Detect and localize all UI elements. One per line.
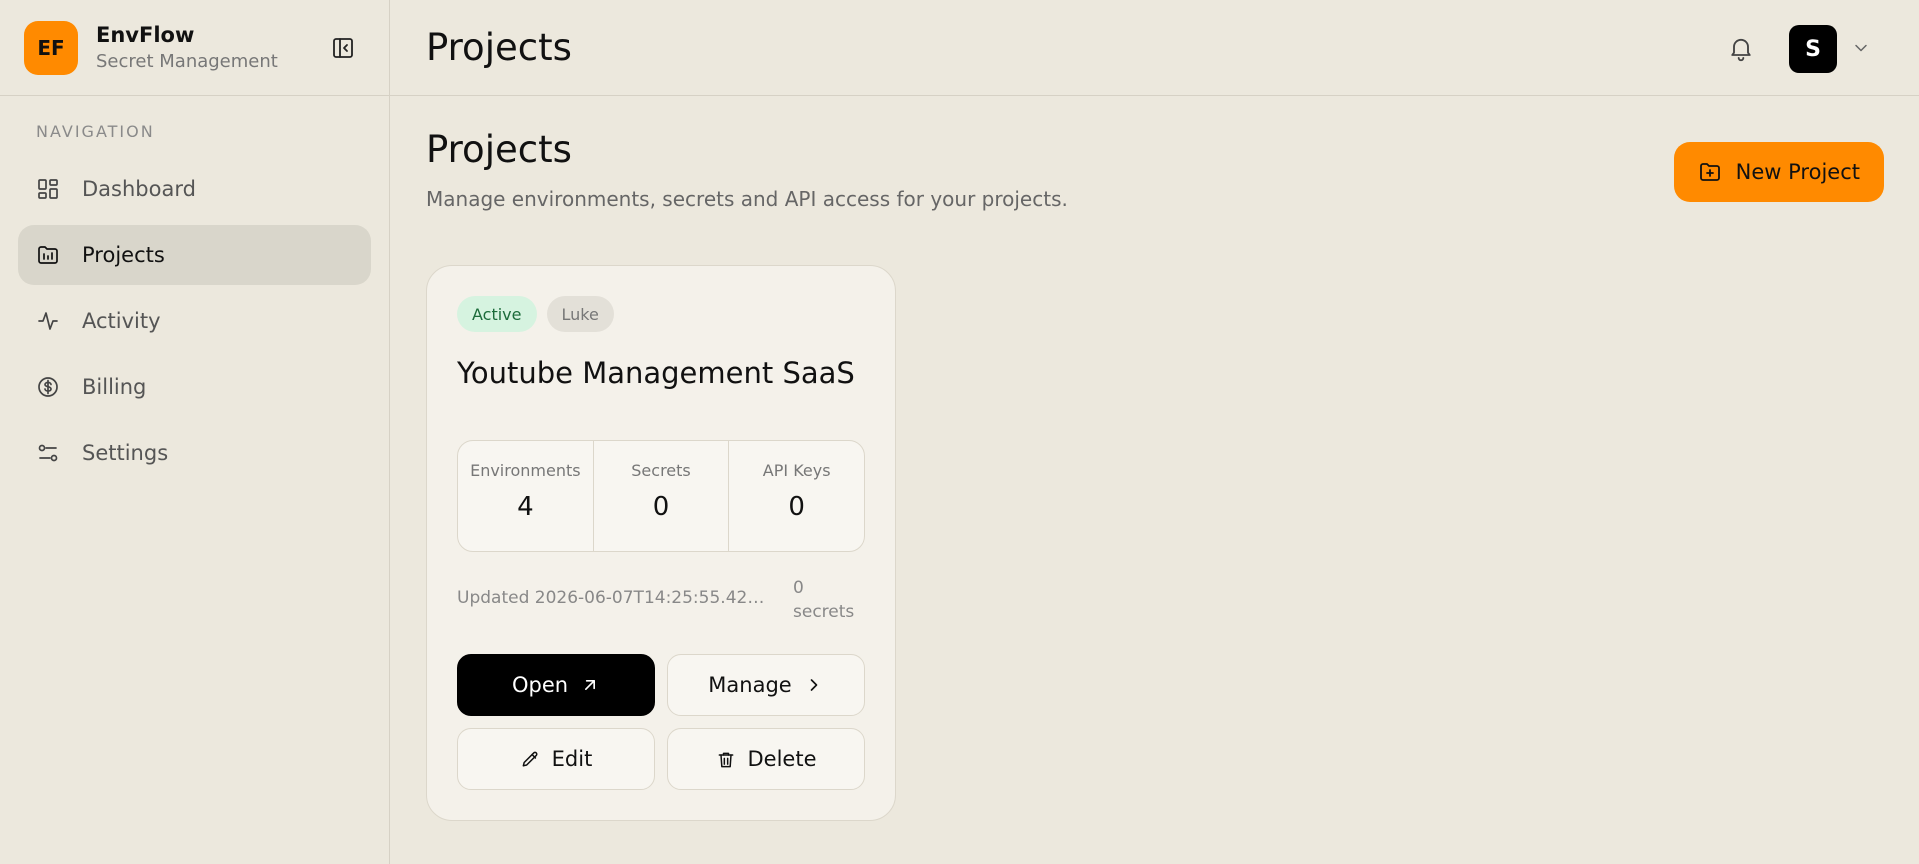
status-badge: Active — [457, 296, 537, 332]
page-header: Projects Manage environments, secrets an… — [426, 128, 1068, 211]
sidebar-collapse-icon[interactable] — [331, 36, 355, 60]
sidebar-item-label: Settings — [82, 441, 169, 465]
folder-plus-icon — [1698, 160, 1722, 184]
sidebar-item-label: Dashboard — [82, 177, 196, 201]
main-content: Projects S Projects Manage environments,… — [390, 0, 1919, 864]
billing-dollar-icon — [36, 375, 60, 399]
secrets-count: 0 secrets — [793, 578, 855, 622]
sidebar-item-activity[interactable]: Activity — [18, 291, 371, 351]
open-label: Open — [511, 673, 569, 697]
project-meta: Updated 2026-06-07T14:25:55.426+00:00 0 … — [457, 576, 865, 624]
stat-value: 0 — [652, 492, 670, 522]
dashboard-icon — [36, 177, 60, 201]
settings-sliders-icon — [36, 441, 60, 465]
new-project-label: New Project — [1735, 160, 1860, 184]
stat-secrets: Secrets 0 — [594, 441, 730, 551]
sidebar-item-label: Projects — [82, 243, 165, 267]
sidebar: EF EnvFlow Secret Management NAVIGATION — [0, 0, 390, 864]
brand-header: EF EnvFlow Secret Management — [0, 0, 389, 96]
open-button[interactable]: Open — [457, 654, 655, 716]
topbar: Projects S — [390, 0, 1919, 96]
edit-button[interactable]: Edit — [457, 728, 655, 790]
topbar-title: Projects — [426, 26, 572, 69]
project-badges: Active Luke — [457, 296, 865, 332]
notifications-bell-icon[interactable] — [1727, 34, 1755, 62]
sidebar-item-settings[interactable]: Settings — [18, 423, 371, 483]
page-title: Projects — [426, 128, 572, 171]
projects-folder-icon — [36, 243, 60, 267]
pencil-icon — [520, 749, 540, 769]
stat-environments: Environments 4 — [458, 441, 594, 551]
project-name: Youtube Management SaaS — [457, 356, 855, 390]
chevron-down-icon[interactable] — [1851, 38, 1871, 58]
delete-label: Delete — [747, 747, 817, 771]
stat-value: 4 — [517, 492, 534, 522]
stat-value: 0 — [788, 492, 805, 522]
nav-heading: NAVIGATION — [36, 122, 155, 141]
stat-label: Environments — [470, 461, 581, 480]
brand-name: EnvFlow — [96, 23, 195, 47]
delete-button[interactable]: Delete — [667, 728, 865, 790]
page-subtitle: Manage environments, secrets and API acc… — [426, 187, 1068, 211]
trash-icon — [716, 749, 736, 769]
owner-badge: Luke — [546, 296, 614, 332]
sidebar-item-label: Billing — [82, 375, 147, 399]
app-root: EF EnvFlow Secret Management NAVIGATION — [0, 0, 1919, 864]
manage-label: Manage — [708, 673, 792, 697]
brand-logo: EF — [24, 20, 78, 75]
manage-button[interactable]: Manage — [667, 654, 865, 716]
user-avatar[interactable]: S — [1789, 25, 1837, 73]
stat-label: API Keys — [762, 461, 831, 480]
stat-label: Secrets — [631, 461, 691, 480]
activity-icon — [36, 309, 60, 333]
new-project-button[interactable]: New Project — [1673, 142, 1884, 202]
brand-text: EnvFlow Secret Management — [96, 23, 278, 72]
stat-api-keys: API Keys 0 — [729, 441, 864, 551]
sidebar-item-projects[interactable]: Projects — [18, 225, 371, 285]
project-stats: Environments 4 Secrets 0 API Keys 0 — [457, 440, 865, 552]
sidebar-item-label: Activity — [82, 309, 161, 333]
brand-subtitle: Secret Management — [96, 51, 278, 72]
arrow-up-right-icon — [580, 675, 600, 695]
sidebar-item-dashboard[interactable]: Dashboard — [18, 159, 371, 219]
chevron-right-icon — [804, 675, 824, 695]
project-card: Active Luke Youtube Management SaaS Envi… — [426, 265, 896, 821]
sidebar-item-billing[interactable]: Billing — [18, 357, 371, 417]
project-actions: Open Manage Edit Delete — [457, 654, 865, 790]
sidebar-nav: Dashboard Projects Activity Billing Sett… — [0, 159, 389, 483]
edit-label: Edit — [551, 747, 593, 771]
updated-timestamp: Updated 2026-06-07T14:25:55.426+00:00 — [457, 588, 773, 608]
